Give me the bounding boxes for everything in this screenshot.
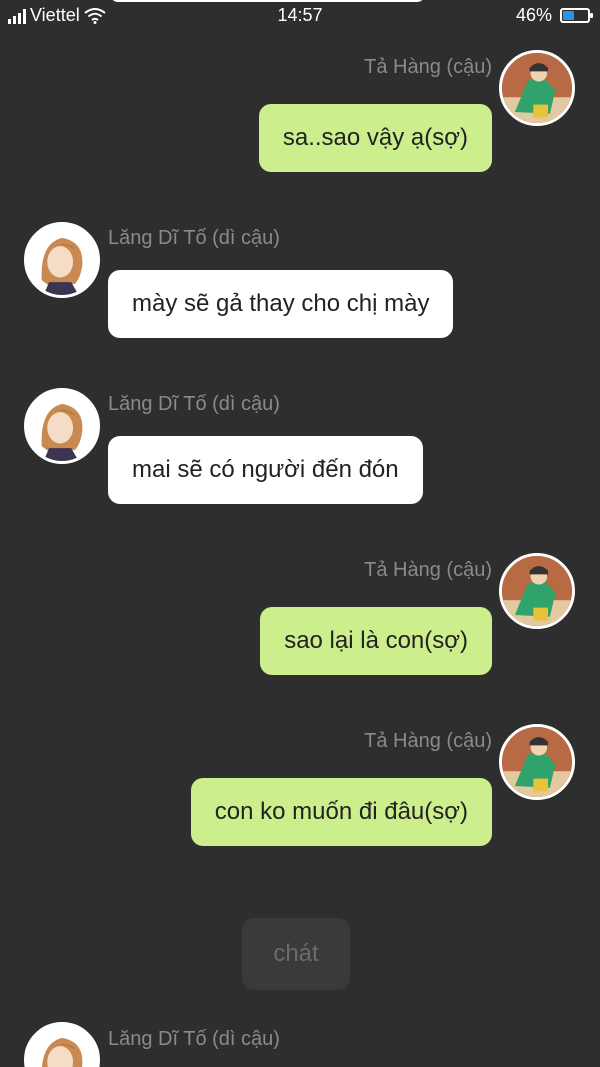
status-right: 46%	[515, 5, 593, 26]
battery-icon	[560, 8, 593, 23]
message-bubble[interactable]: sao lại là con(sợ)	[260, 607, 492, 675]
message-bubble[interactable]: sa..sao vậy ạ(sợ)	[258, 104, 492, 172]
sender-name: Tả Hàng (cậu)	[364, 559, 492, 581]
boy-avatar-icon[interactable]	[499, 553, 575, 629]
sender-name: Lăng Dĩ Tố (dì cậu)	[108, 393, 280, 415]
woman-avatar-icon[interactable]	[24, 1022, 100, 1067]
sender-name: Lăng Dĩ Tố (dì cậu)	[108, 227, 280, 249]
message-bubble[interactable]: mày sẽ gả thay cho chị mày	[108, 270, 454, 338]
battery-percent: 46%	[515, 5, 552, 25]
boy-avatar-icon[interactable]	[499, 50, 575, 126]
battery-level	[563, 11, 575, 20]
status-bar: Viettel 14:57 46%	[0, 0, 600, 32]
top-pill	[110, 0, 425, 2]
message-bubble[interactable]: mai sẽ có người đến đón	[108, 436, 423, 504]
boy-avatar-icon[interactable]	[499, 724, 575, 800]
woman-avatar-icon[interactable]	[24, 388, 100, 464]
sender-name: Tả Hàng (cậu)	[364, 56, 492, 78]
clock: 14:57	[277, 5, 323, 25]
woman-avatar-icon[interactable]	[24, 222, 100, 298]
system-message: chát	[242, 918, 350, 990]
sender-name: Lăng Dĩ Tố (dì cậu)	[108, 1028, 280, 1050]
sender-name: Tả Hàng (cậu)	[364, 730, 492, 752]
message-bubble[interactable]: con ko muốn đi đâu(sợ)	[190, 778, 492, 846]
